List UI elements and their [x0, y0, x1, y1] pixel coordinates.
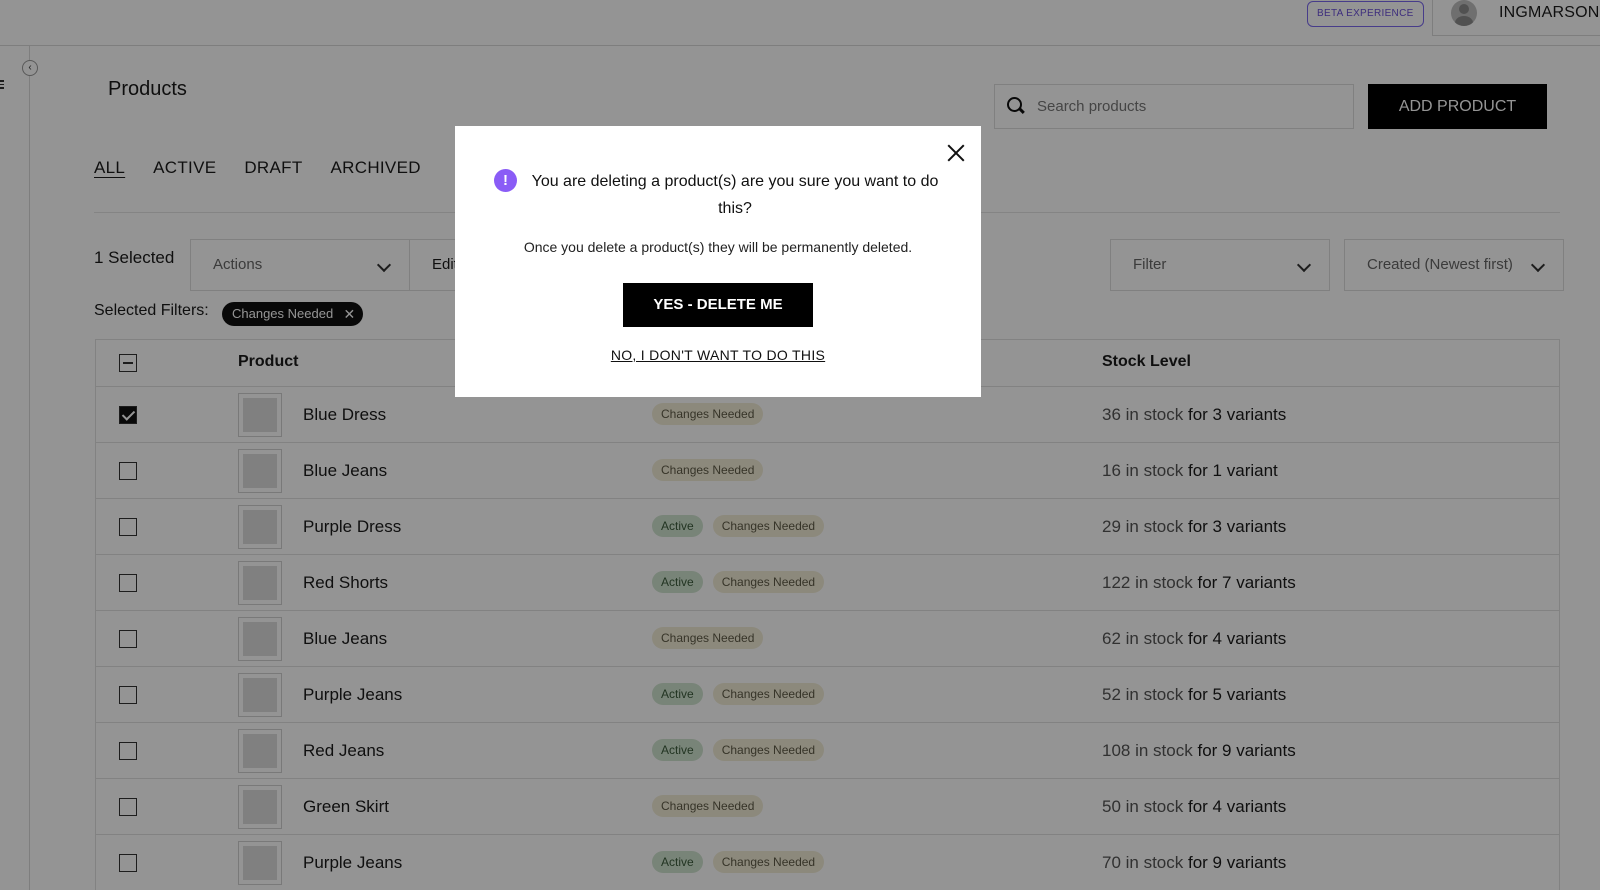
warning-icon: ! — [494, 169, 517, 192]
modal-title: You are deleting a product(s) are you su… — [531, 173, 939, 217]
cancel-delete-link[interactable]: NO, I DON'T WANT TO DO THIS — [455, 347, 981, 363]
delete-confirm-modal: ! You are deleting a product(s) are you … — [455, 126, 981, 397]
modal-body: Once you delete a product(s) they will b… — [523, 239, 913, 255]
close-icon[interactable] — [945, 142, 967, 164]
confirm-delete-button[interactable]: YES - DELETE ME — [623, 283, 813, 327]
